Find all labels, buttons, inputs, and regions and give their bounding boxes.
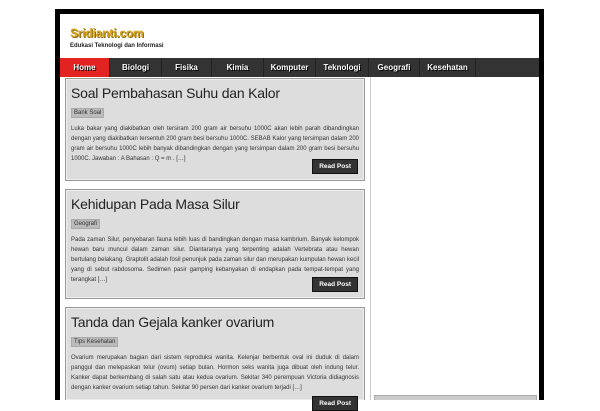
post-excerpt: Ovarium merupakan bagian dari sistem rep… — [71, 355, 359, 391]
nav-kesehatan[interactable]: Kesehatan — [420, 58, 476, 77]
post-category[interactable]: Geografi — [71, 219, 101, 229]
main-nav: Home Biologi Fisika Kimia Komputer Tekno… — [60, 58, 539, 77]
nav-komputer[interactable]: Komputer — [264, 58, 316, 77]
nav-geografi[interactable]: Geografi — [369, 58, 420, 77]
post-card: Soal Pembahasan Suhu dan Kalor Bank Soal… — [65, 78, 365, 181]
nav-teknologi[interactable]: Teknologi — [316, 58, 369, 77]
nav-kimia[interactable]: Kimia — [212, 58, 264, 77]
sidebar — [370, 77, 539, 400]
read-post-button[interactable]: Read Post — [312, 159, 358, 174]
site-tagline: Edukasi Teknologi dan Informasi — [70, 43, 164, 49]
post-category[interactable]: Bank Soal — [71, 108, 105, 118]
nav-fisika[interactable]: Fisika — [162, 58, 212, 77]
page-frame: Sridianti.com Edukasi Teknologi dan Info… — [55, 9, 544, 411]
post-category[interactable]: Tips Kesehatan — [71, 337, 119, 347]
read-post-button[interactable]: Read Post — [312, 396, 358, 411]
post-excerpt: Luka bakar yang diakibatkan oleh tersira… — [71, 126, 359, 162]
page-container: Sridianti.com Edukasi Teknologi dan Info… — [60, 14, 539, 411]
sidebar-widget-header — [374, 395, 537, 400]
post-title[interactable]: Soal Pembahasan Suhu dan Kalor — [71, 85, 359, 101]
post-title[interactable]: Kehidupan Pada Masa Silur — [71, 196, 359, 212]
read-post-button[interactable]: Read Post — [312, 277, 358, 292]
nav-biologi[interactable]: Biologi — [110, 58, 162, 77]
nav-home[interactable]: Home — [60, 58, 110, 77]
post-card: Kehidupan Pada Masa Silur Geografi Pada … — [65, 189, 365, 299]
post-card: Tanda dan Gejala kanker ovarium Tips Kes… — [65, 307, 365, 411]
post-title[interactable]: Tanda dan Gejala kanker ovarium — [71, 314, 359, 330]
site-logo[interactable]: Sridianti.com — [70, 26, 144, 40]
